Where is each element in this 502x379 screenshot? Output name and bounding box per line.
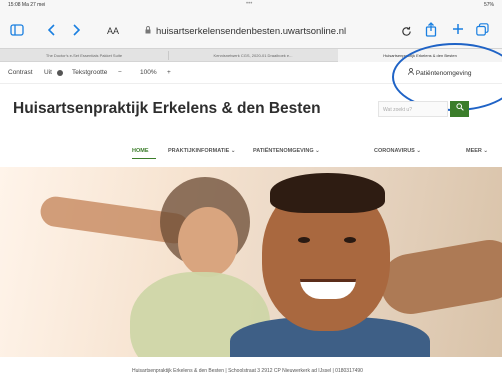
nav-item-home[interactable]: HOME	[132, 148, 149, 154]
lock-icon	[145, 26, 151, 36]
contrast-label: Contrast	[8, 69, 33, 76]
forward-icon[interactable]	[72, 24, 81, 38]
address-bar[interactable]: huisartserkelensendenbesten.uwartsonline…	[156, 26, 346, 37]
browser-toolbar: AA huisartserkelensendenbesten.uwartsonl…	[0, 10, 502, 48]
search-input[interactable]: Wat zoekt u?	[378, 101, 448, 117]
chevron-down-icon: ⌄	[416, 148, 421, 154]
reload-icon[interactable]	[401, 25, 412, 39]
contrast-value: Uit	[44, 69, 52, 76]
back-icon[interactable]	[47, 24, 56, 38]
text-size-label: Tekstgrootte	[72, 69, 108, 76]
status-time: 15:08 Ma 27 mei	[8, 2, 46, 8]
browser-tab[interactable]: The Doctor's e-Set Essentials Pakket Sui…	[0, 49, 168, 62]
contrast-toggle[interactable]	[57, 70, 63, 77]
new-tab-icon[interactable]	[452, 23, 464, 37]
nav-item-patientenomgeving[interactable]: PATIËNTENOMGEVING ⌄	[253, 148, 320, 154]
share-icon[interactable]	[425, 22, 437, 39]
nav-label: CORONAVIRUS	[374, 148, 415, 154]
hero-shape	[178, 207, 238, 277]
hero-image	[0, 167, 502, 357]
multitask-dots[interactable]: •••	[246, 1, 252, 7]
text-size-increase-button[interactable]: +	[167, 69, 171, 76]
chevron-down-icon: ⌄	[483, 148, 489, 154]
text-size-value: 100%	[140, 69, 157, 76]
nav-active-underline	[132, 158, 156, 159]
reader-aa-button[interactable]: AA	[107, 26, 119, 36]
footer-bar: Huisartsenpraktijk Erkelens & den Besten…	[0, 366, 502, 379]
browser-tab[interactable]: Kennisnetwerk CGS, 2020-01 Draaiboek e..…	[169, 49, 337, 62]
search-button[interactable]	[450, 101, 469, 117]
sidebar-icon[interactable]	[10, 24, 24, 38]
tab-title: The Doctor's e-Set Essentials Pakket Sui…	[45, 53, 123, 58]
status-bar: 15:08 Ma 27 mei ••• 57%	[0, 0, 502, 10]
site-title[interactable]: Huisartsenpraktijk Erkelens & den Besten	[13, 100, 321, 118]
text-size-decrease-button[interactable]: −	[118, 69, 122, 76]
nav-item-meer[interactable]: MEER ⌄	[466, 148, 488, 154]
toggle-knob-icon	[57, 70, 63, 76]
hero-shape	[298, 237, 310, 243]
hero-shape	[344, 237, 356, 243]
tab-title: Kennisnetwerk CGS, 2020-01 Draaiboek e..…	[213, 53, 293, 58]
nav-label: MEER	[466, 148, 482, 154]
nav-item-coronavirus[interactable]: CORONAVIRUS ⌄	[374, 148, 421, 154]
footer-contact-text: Huisartsenpraktijk Erkelens & den Besten…	[132, 368, 363, 374]
main-nav: HOME PRAKTIJKINFORMATIE ⌄ PATIËNTENOMGEV…	[0, 146, 502, 159]
chevron-down-icon: ⌄	[230, 148, 236, 154]
nav-item-praktijkinformatie[interactable]: PRAKTIJKINFORMATIE ⌄	[168, 148, 235, 154]
hero-shape	[270, 173, 385, 213]
chevron-down-icon: ⌄	[315, 148, 320, 154]
nav-label: PRAKTIJKINFORMATIE	[168, 148, 230, 154]
battery-indicator: 57%	[483, 2, 494, 8]
tabs-icon[interactable]	[476, 23, 489, 38]
nav-label: PATIËNTENOMGEVING	[253, 148, 314, 154]
search-icon	[455, 103, 464, 113]
